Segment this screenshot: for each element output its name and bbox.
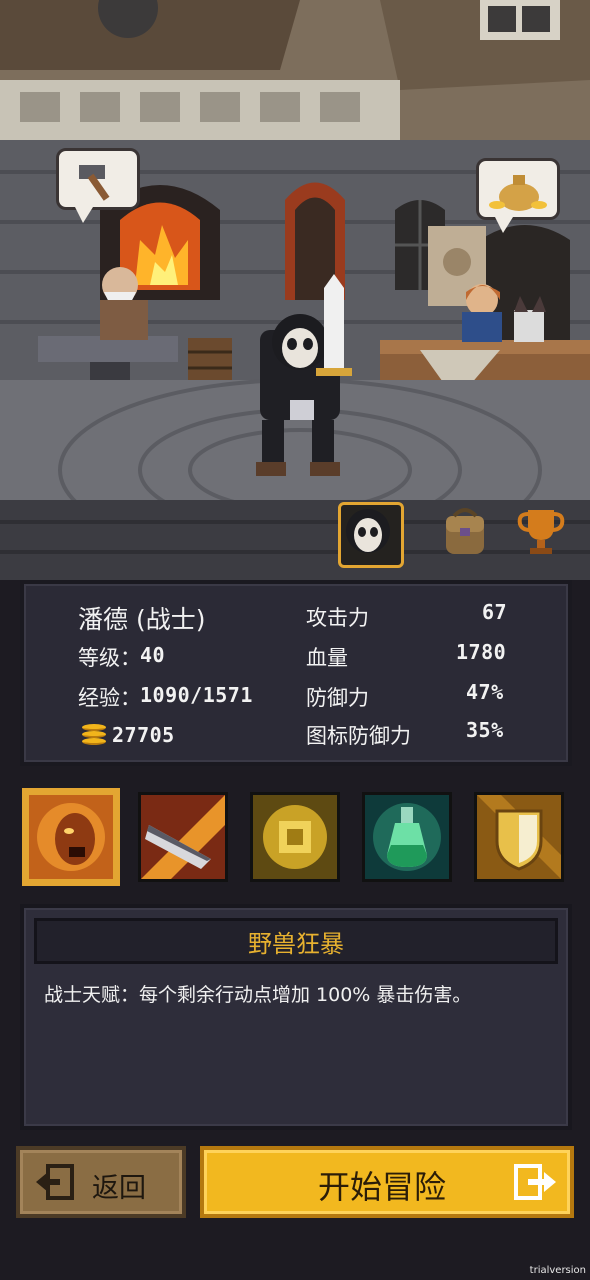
tab-hero[interactable] — [338, 502, 404, 568]
hammer-bubble[interactable] — [56, 148, 140, 223]
skill-description-panel: 野兽狂暴 战士天赋：每个剩余行动点增加 100% 暴击伤害。 — [20, 904, 572, 1130]
skill-title: 野兽狂暴 — [248, 929, 344, 958]
stat-label-attack: 攻击力 — [306, 606, 369, 630]
backpack-icon — [446, 508, 484, 554]
exp-label: 经验： — [78, 686, 141, 710]
money-bag-bubble[interactable] — [476, 158, 560, 233]
stat-label-defense: 防御力 — [306, 686, 369, 710]
hammer-icon — [79, 165, 110, 201]
hero-portrait-icon — [346, 509, 390, 553]
stat-value-icon-defense: 35% — [466, 718, 504, 742]
level-label: 等级： — [78, 646, 141, 670]
enter-door-icon — [514, 1164, 556, 1200]
money-bag-icon — [489, 175, 547, 211]
skill-golden-idol[interactable] — [250, 792, 340, 882]
skill-blade-strike[interactable] — [138, 792, 228, 882]
hero-name: 潘德 (战士) — [78, 605, 206, 634]
stat-value-attack: 67 — [482, 600, 508, 624]
stat-value-hp: 1780 — [456, 640, 507, 664]
stat-label-hp: 血量 — [306, 646, 348, 670]
skill-title-bar: 野兽狂暴 — [34, 918, 558, 964]
potion-icon — [365, 795, 449, 879]
watermark: trialversion — [529, 1265, 586, 1276]
tab-achievements[interactable] — [512, 502, 578, 568]
tab-inventory[interactable] — [436, 502, 502, 568]
skill-potion[interactable] — [362, 792, 452, 882]
level-value: 40 — [140, 643, 166, 667]
shield-icon — [477, 795, 561, 879]
skill-description: 战士天赋：每个剩余行动点增加 100% 暴击伤害。 — [44, 984, 472, 1006]
stat-label-icon-defense: 图标防御力 — [306, 724, 411, 748]
golden-idol-icon — [253, 795, 337, 879]
blade-strike-icon — [141, 795, 225, 879]
back-button[interactable]: 返回 — [16, 1146, 186, 1218]
start-adventure-button[interactable]: 开始冒险 — [200, 1146, 574, 1218]
start-label: 开始冒险 — [318, 1168, 447, 1206]
blacksmith-scene — [0, 0, 590, 580]
exp-value: 1090/1571 — [140, 683, 253, 707]
stat-value-defense: 47% — [466, 680, 504, 704]
skill-beast-rage[interactable] — [22, 788, 120, 886]
back-label: 返回 — [92, 1173, 146, 1204]
gold-coin-icon — [82, 724, 106, 746]
exit-door-icon — [36, 1164, 74, 1200]
trophy-icon — [517, 510, 565, 554]
gold-value: 27705 — [112, 723, 175, 747]
skill-shield[interactable] — [474, 792, 564, 882]
hero-stats-panel: 潘德 (战士) 等级： 40 经验： 1090/1571 27705 攻击力 6… — [20, 580, 572, 766]
scene-background — [0, 0, 590, 580]
beast-rage-icon — [29, 795, 113, 879]
